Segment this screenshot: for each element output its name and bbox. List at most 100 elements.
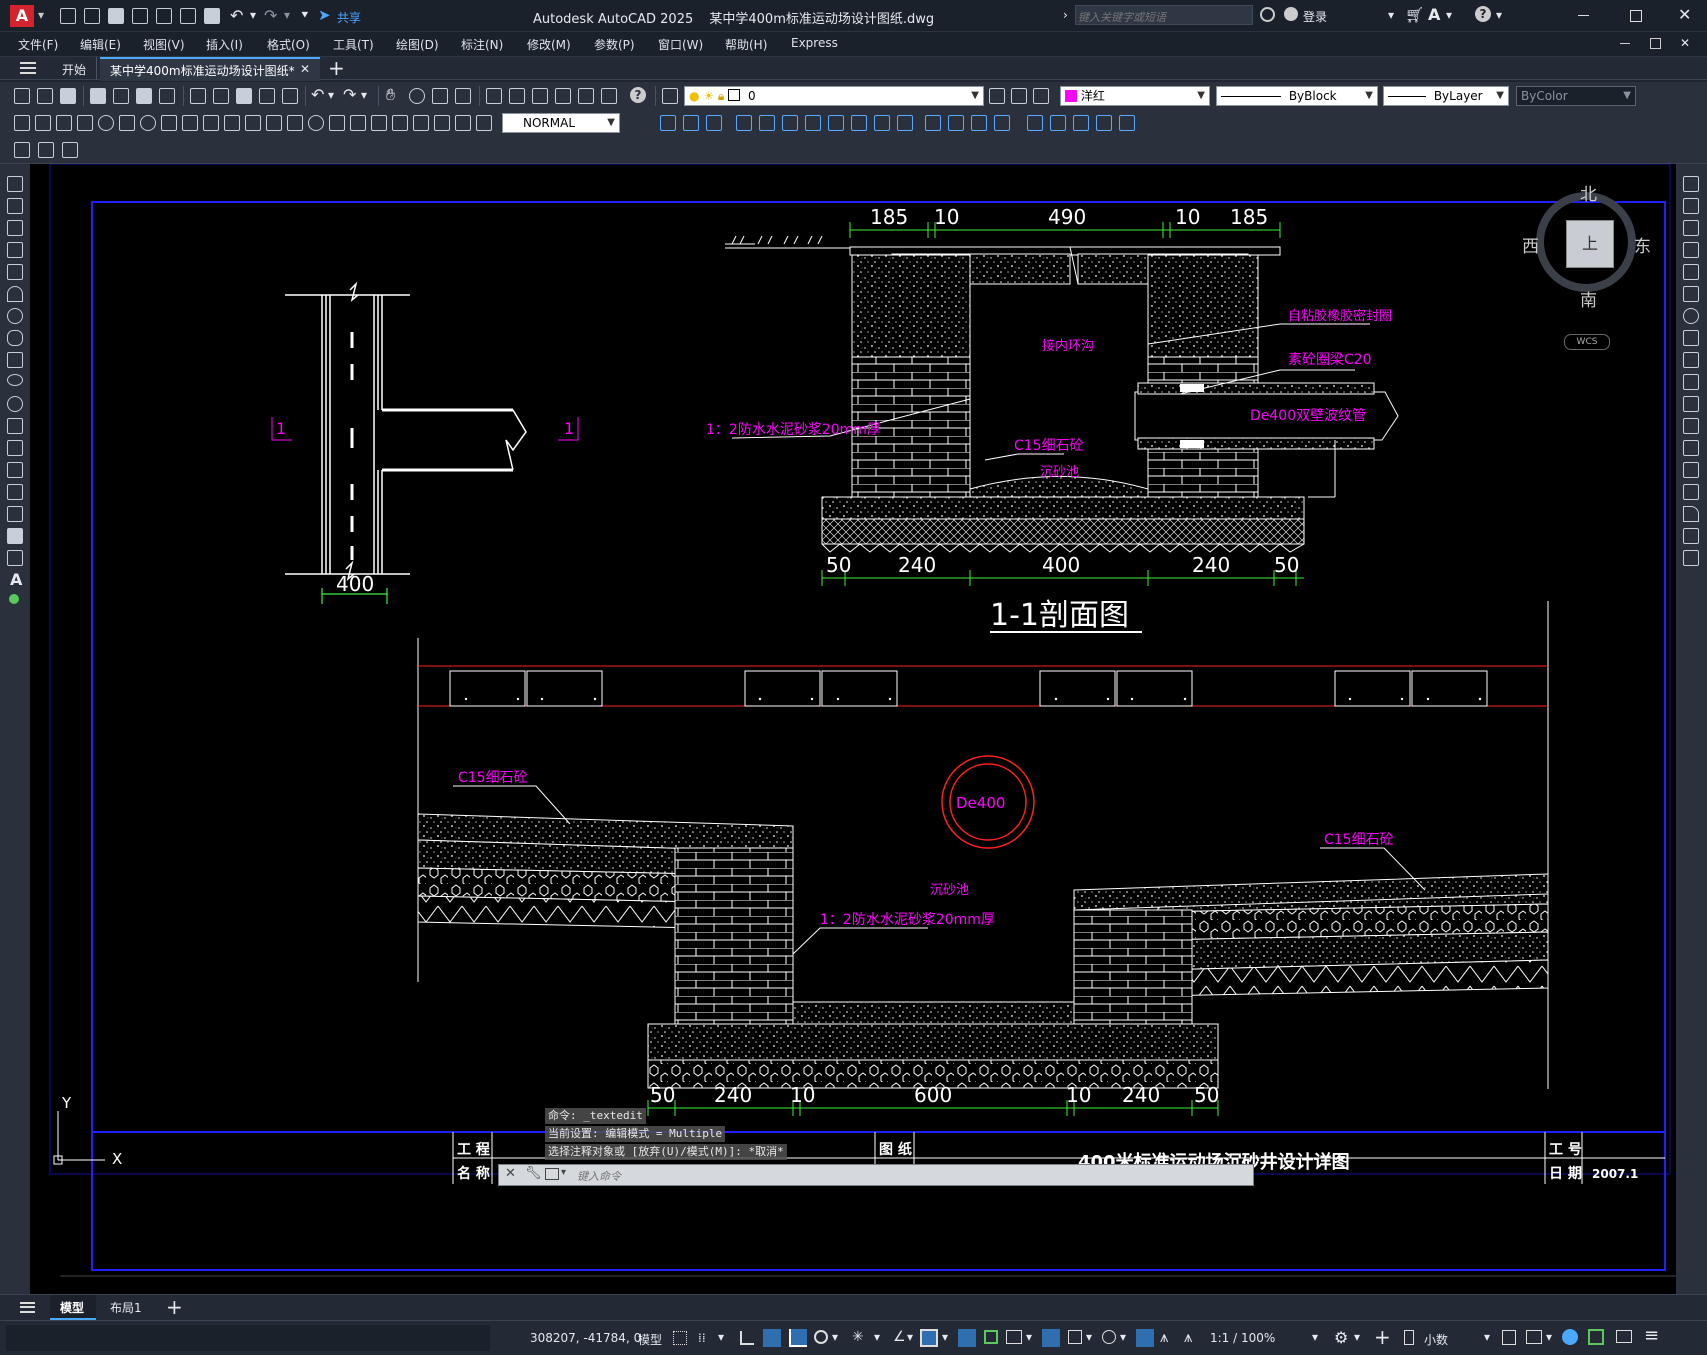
help-dropdown-icon[interactable]: ▾: [1496, 8, 1502, 22]
modify-scale-icon[interactable]: [1683, 330, 1699, 346]
hardware-accel-icon[interactable]: [1588, 1329, 1604, 1345]
tb-preview-icon[interactable]: [113, 88, 129, 104]
tool-insert-image-icon[interactable]: [38, 142, 54, 158]
command-recent-dropdown-icon[interactable]: ▾: [561, 1167, 566, 1178]
modify-erase-icon[interactable]: [1683, 176, 1699, 192]
make-block-icon[interactable]: [7, 440, 23, 456]
inquiry-angle-icon[interactable]: [706, 115, 722, 131]
drawing-canvas[interactable]: 400 1 1 185 10 490 10 185 50 240 400 240…: [30, 164, 1676, 1294]
tb-sheetset-icon[interactable]: [555, 88, 571, 104]
viewcube[interactable]: 上 北 南 西 东: [1522, 180, 1660, 320]
modify-chamfer-icon[interactable]: [1683, 484, 1699, 500]
draw-table-icon[interactable]: [7, 550, 23, 566]
tb-new-icon[interactable]: [14, 88, 30, 104]
save-web-icon[interactable]: [180, 8, 196, 24]
menu-format[interactable]: 格式(O): [267, 36, 310, 53]
inquiry-distance-icon[interactable]: [660, 115, 676, 131]
draw-xline-icon[interactable]: [7, 198, 23, 214]
share-button[interactable]: 共享: [337, 9, 361, 26]
layer-state-icon[interactable]: [1033, 88, 1049, 104]
layer-properties-icon[interactable]: [662, 88, 678, 104]
view-sw-icon[interactable]: [1073, 115, 1089, 131]
grid-icon[interactable]: [673, 1331, 687, 1345]
dim-break-icon[interactable]: [266, 115, 282, 131]
snap-dropdown-icon[interactable]: ▾: [718, 1330, 724, 1344]
search-input[interactable]: [1076, 8, 1250, 27]
scale-dropdown-icon[interactable]: ▾: [1312, 1330, 1318, 1344]
dim-update-icon[interactable]: [413, 115, 429, 131]
section-1-1[interactable]: [725, 222, 1399, 586]
modify-array-icon[interactable]: [1683, 264, 1699, 280]
draw-polyline-icon[interactable]: [7, 220, 23, 236]
view-back-icon[interactable]: [1050, 115, 1066, 131]
annotation-scale-icon[interactable]: ⩚: [1184, 1328, 1192, 1346]
draw-mtext-icon[interactable]: A: [10, 570, 22, 589]
draw-arc-icon[interactable]: [7, 286, 23, 302]
tb-copy-icon[interactable]: [213, 88, 229, 104]
dim-style-icon[interactable]: [434, 115, 450, 131]
inquiry-list-icon[interactable]: [805, 115, 821, 131]
hamburger-menu-icon[interactable]: [20, 62, 36, 74]
filter-dropdown-icon[interactable]: ▾: [1120, 1330, 1126, 1344]
annotation-scale-value[interactable]: 1:1 / 100%: [1210, 1331, 1275, 1345]
menu-tools[interactable]: 工具(T): [333, 36, 374, 53]
snap-mode-icon[interactable]: ⁞⁞: [698, 1331, 706, 1345]
tb-matchprop-icon[interactable]: [259, 88, 275, 104]
tb-help-icon[interactable]: ?: [630, 87, 646, 103]
infer-constraints-icon[interactable]: [740, 1331, 754, 1345]
draw-polygon-icon[interactable]: [7, 242, 23, 258]
open-web-icon[interactable]: [156, 8, 172, 24]
cart-icon[interactable]: 🛒︎: [1405, 6, 1424, 24]
modify-copy-icon[interactable]: [1683, 198, 1699, 214]
doc-restore-icon[interactable]: [1650, 38, 1661, 49]
tb-undo-icon[interactable]: ↶: [311, 85, 324, 104]
ortho-mode-icon[interactable]: [789, 1329, 807, 1347]
command-close-icon[interactable]: ✕: [505, 1166, 516, 1181]
draw-region-icon[interactable]: [7, 528, 23, 544]
dim-radius-icon[interactable]: [98, 115, 114, 131]
print-icon[interactable]: [204, 8, 220, 24]
object-snap-tracking-icon[interactable]: ∠: [893, 1329, 906, 1345]
inquiry-area-icon[interactable]: [736, 115, 752, 131]
wcs-menu[interactable]: WCS: [1564, 334, 1610, 350]
dim-textedit-icon[interactable]: [392, 115, 408, 131]
insert-block-icon[interactable]: [7, 418, 23, 434]
coordinates-readout[interactable]: 308207, -41784, 0: [530, 1331, 641, 1345]
menu-modify[interactable]: 修改(M): [527, 36, 571, 53]
draw-hatch-icon[interactable]: [7, 484, 23, 500]
modify-move-icon[interactable]: [1683, 286, 1699, 302]
tb-publish-icon[interactable]: [136, 88, 152, 104]
viewcube-west[interactable]: 西: [1522, 232, 1539, 257]
tb-redo-dropdown-icon[interactable]: ▾: [361, 88, 367, 102]
view-front-icon[interactable]: [1027, 115, 1043, 131]
inquiry-status-icon[interactable]: [874, 115, 890, 131]
doc-close-icon[interactable]: ✕: [1680, 36, 1690, 50]
tab-active-document[interactable]: 某中学400m标准运动场设计图纸* ✕: [100, 57, 320, 81]
command-recent-icon[interactable]: [545, 1168, 559, 1180]
annotation-monitor-icon[interactable]: +: [1374, 1325, 1391, 1349]
linetype-dropdown[interactable]: ByBlock ▼: [1216, 86, 1378, 106]
isolate-objects-icon[interactable]: [1562, 1329, 1578, 1345]
modify-mirror-icon[interactable]: [1683, 220, 1699, 236]
dim-center-icon[interactable]: [308, 115, 324, 131]
tab-close-icon[interactable]: ✕: [300, 62, 310, 76]
dim-override-icon[interactable]: [455, 115, 471, 131]
search-box[interactable]: [1075, 5, 1253, 27]
modify-break-point-icon[interactable]: [1683, 418, 1699, 434]
login-button[interactable]: 登录: [1303, 8, 1327, 25]
search-icon[interactable]: [1260, 7, 1275, 22]
tab-layout1[interactable]: 布局1: [100, 1295, 156, 1320]
lock-ui-icon[interactable]: [1526, 1330, 1542, 1344]
color-dropdown[interactable]: 洋红 ▼: [1060, 86, 1210, 106]
tb-redo-icon[interactable]: ↷: [343, 85, 356, 104]
dim-baseline-icon[interactable]: [203, 115, 219, 131]
units-dropdown-icon[interactable]: ▾: [1484, 1330, 1490, 1344]
draw-point-icon[interactable]: [7, 462, 23, 478]
redo-icon[interactable]: ↷: [264, 6, 277, 25]
autocad-logo[interactable]: A: [10, 5, 34, 27]
inquiry-id-icon[interactable]: [828, 115, 844, 131]
viewcube-north[interactable]: 北: [1580, 180, 1597, 205]
tb-save-icon[interactable]: [60, 88, 76, 104]
add-layout-icon[interactable]: +: [166, 1295, 183, 1319]
object-snap-icon[interactable]: [920, 1329, 938, 1347]
